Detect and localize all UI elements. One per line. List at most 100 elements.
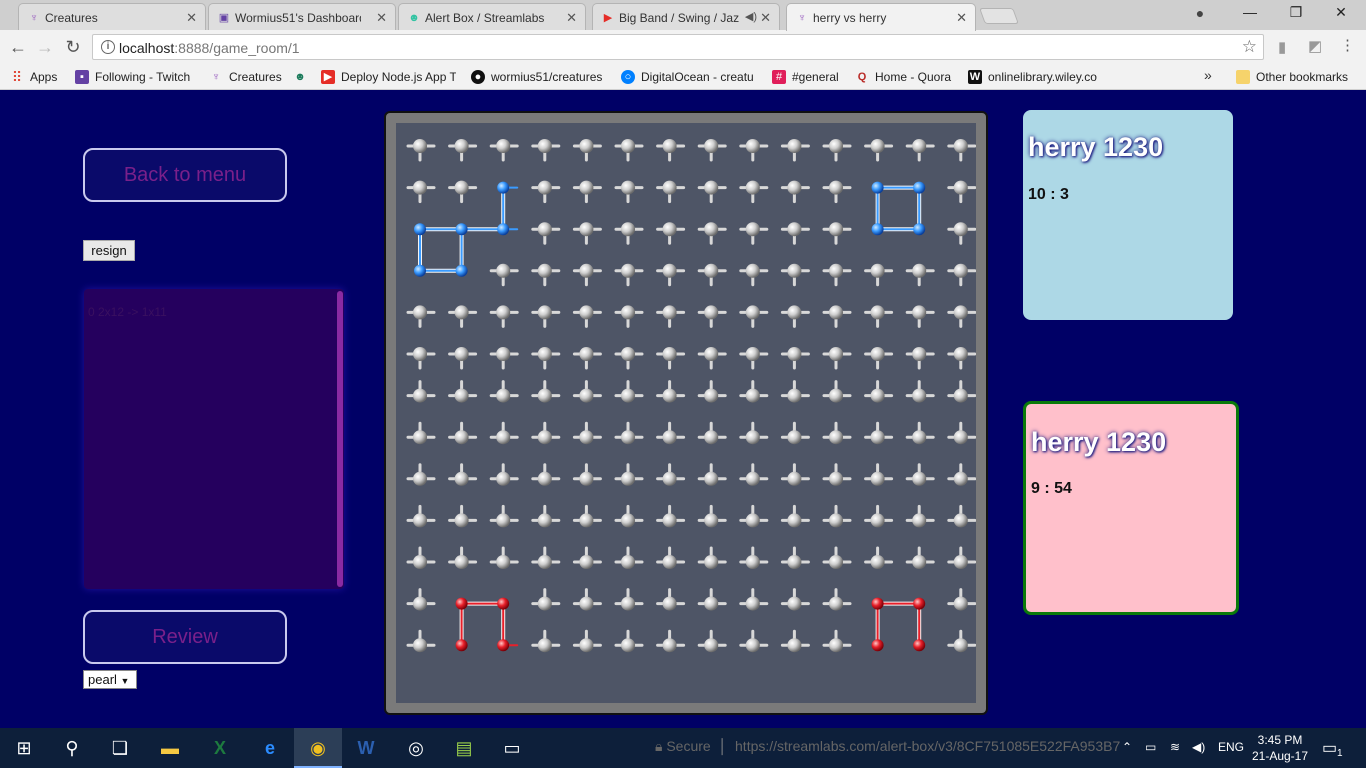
back-arrow-icon[interactable]: ←	[8, 37, 28, 57]
neutral-piece[interactable]	[496, 430, 511, 445]
blue-piece[interactable]	[414, 264, 426, 277]
edge-icon[interactable]: e	[246, 728, 294, 768]
terminal-icon[interactable]: ▭	[488, 728, 536, 768]
neutral-piece[interactable]	[870, 305, 885, 320]
neutral-piece[interactable]	[787, 471, 802, 486]
neutral-piece[interactable]	[662, 471, 677, 486]
neutral-piece[interactable]	[579, 388, 594, 403]
neutral-piece[interactable]	[787, 638, 802, 653]
neutral-piece[interactable]	[953, 305, 968, 320]
neutral-piece[interactable]	[621, 430, 635, 445]
neutral-piece[interactable]	[745, 638, 760, 653]
neutral-piece[interactable]	[745, 305, 760, 320]
neutral-piece[interactable]	[953, 596, 968, 611]
neutral-piece[interactable]	[870, 430, 885, 445]
neutral-piece[interactable]	[787, 513, 802, 528]
wifi-icon[interactable]: ≋	[1170, 740, 1180, 754]
neutral-piece[interactable]	[621, 139, 635, 153]
neutral-piece[interactable]	[787, 305, 802, 320]
neutral-piece[interactable]	[704, 388, 719, 403]
neutral-piece[interactable]	[579, 347, 594, 361]
tab-alert-box[interactable]: ☻ Alert Box / Streamlabs ✕	[398, 3, 586, 30]
language-indicator[interactable]: ENG	[1218, 740, 1244, 754]
tab-herry-vs-herry[interactable]: ♆ herry vs herry ✕	[786, 3, 976, 31]
bookmark-apps[interactable]: ⠿ Apps	[10, 68, 66, 86]
neutral-piece[interactable]	[454, 347, 469, 361]
neutral-piece[interactable]	[745, 388, 760, 403]
neutral-piece[interactable]	[537, 347, 552, 361]
red-piece[interactable]	[913, 597, 926, 610]
extension-lock-icon[interactable]: ▮	[1278, 38, 1286, 56]
speaker-icon[interactable]: ◀)	[745, 10, 757, 23]
neutral-piece[interactable]	[953, 222, 968, 237]
battery-icon[interactable]: ▭	[1145, 740, 1156, 754]
neutral-piece[interactable]	[413, 555, 427, 569]
neutral-piece[interactable]	[621, 638, 635, 653]
restore-icon[interactable]: ❐	[1286, 4, 1306, 21]
neutral-piece[interactable]	[662, 555, 677, 569]
blue-piece[interactable]	[497, 223, 510, 236]
neutral-piece[interactable]	[621, 555, 635, 569]
bookmark-digitalocean[interactable]: ○ DigitalOcean - creatu	[621, 68, 761, 86]
task-view-icon[interactable]: ❏	[96, 728, 144, 768]
neutral-piece[interactable]	[662, 222, 677, 237]
neutral-piece[interactable]	[953, 638, 968, 653]
neutral-piece[interactable]	[953, 347, 968, 361]
neutral-piece[interactable]	[829, 471, 843, 486]
neutral-piece[interactable]	[745, 596, 760, 611]
menu-dots-icon[interactable]: ⋮	[1340, 36, 1355, 54]
neutral-piece[interactable]	[829, 388, 843, 403]
neutral-piece[interactable]	[912, 388, 927, 403]
neutral-piece[interactable]	[912, 139, 927, 153]
neutral-piece[interactable]	[496, 263, 511, 278]
back-to-menu-button[interactable]: Back to menu	[83, 148, 287, 202]
reload-icon[interactable]: ↻	[63, 37, 83, 57]
neutral-piece[interactable]	[621, 222, 635, 237]
neutral-piece[interactable]	[829, 596, 843, 611]
neutral-piece[interactable]	[579, 305, 594, 320]
neutral-piece[interactable]	[496, 471, 511, 486]
neutral-piece[interactable]	[413, 305, 427, 320]
neutral-piece[interactable]	[912, 430, 927, 445]
neutral-piece[interactable]	[953, 263, 968, 278]
chevron-up-icon[interactable]: ⌃	[1122, 740, 1132, 754]
neutral-piece[interactable]	[662, 388, 677, 403]
neutral-piece[interactable]	[829, 513, 843, 528]
neutral-piece[interactable]	[662, 596, 677, 611]
variant-select[interactable]: pearl ▼	[83, 670, 137, 689]
file-explorer-icon[interactable]: ▬	[146, 728, 194, 768]
neutral-piece[interactable]	[704, 222, 719, 237]
neutral-piece[interactable]	[953, 555, 968, 569]
neutral-piece[interactable]	[829, 638, 843, 653]
neutral-piece[interactable]	[413, 388, 427, 403]
neutral-piece[interactable]	[829, 139, 843, 153]
neutral-piece[interactable]	[953, 513, 968, 528]
neutral-piece[interactable]	[662, 513, 677, 528]
red-piece[interactable]	[455, 597, 468, 610]
minimize-icon[interactable]: —	[1240, 4, 1260, 20]
excel-icon[interactable]: X	[196, 728, 244, 768]
bookmark-creatures[interactable]: ♆ Creatures	[209, 68, 285, 86]
neutral-piece[interactable]	[662, 347, 677, 361]
neutral-piece[interactable]	[829, 180, 843, 195]
forward-arrow-icon[interactable]: →	[35, 37, 55, 57]
neutral-piece[interactable]	[912, 263, 927, 278]
neutral-piece[interactable]	[413, 180, 427, 195]
obs-icon[interactable]: ◎	[392, 728, 440, 768]
bookmark-star-icon[interactable]: ☆	[1242, 37, 1257, 57]
close-icon[interactable]: ✕	[186, 10, 197, 26]
neutral-piece[interactable]	[454, 555, 469, 569]
neutral-piece[interactable]	[787, 388, 802, 403]
neutral-piece[interactable]	[704, 305, 719, 320]
bookmark-github[interactable]: ● wormius51/creatures	[471, 68, 609, 86]
neutral-piece[interactable]	[787, 596, 802, 611]
review-button[interactable]: Review	[83, 610, 287, 664]
neutral-piece[interactable]	[745, 139, 760, 153]
neutral-piece[interactable]	[870, 555, 885, 569]
board-canvas[interactable]	[396, 123, 977, 703]
neutral-piece[interactable]	[829, 347, 843, 361]
neutral-piece[interactable]	[704, 471, 719, 486]
neutral-piece[interactable]	[413, 139, 427, 153]
neutral-piece[interactable]	[579, 555, 594, 569]
red-piece[interactable]	[497, 597, 510, 610]
